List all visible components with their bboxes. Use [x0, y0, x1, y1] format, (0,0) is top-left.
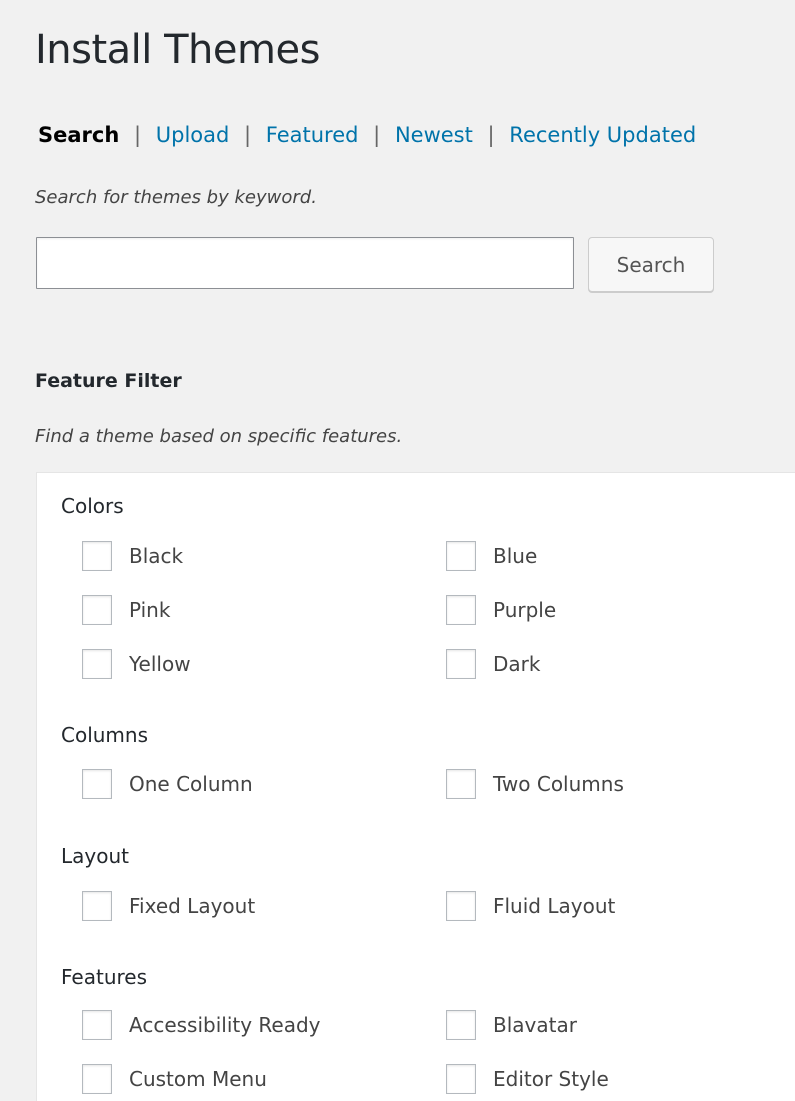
- tab-separator: |: [244, 123, 252, 147]
- checkbox-yellow[interactable]: Yellow: [82, 649, 191, 679]
- checkbox-box[interactable]: [82, 649, 112, 679]
- checkbox-box[interactable]: [446, 595, 476, 625]
- checkbox-label: Fluid Layout: [493, 894, 616, 918]
- group-title-colors: Colors: [61, 494, 124, 518]
- checkbox-label: Dark: [493, 652, 541, 676]
- checkbox-label: Two Columns: [493, 772, 624, 796]
- tab-recently-updated[interactable]: Recently Updated: [509, 123, 696, 147]
- checkbox-box[interactable]: [446, 541, 476, 571]
- checkbox-label: Accessibility Ready: [129, 1013, 321, 1037]
- group-title-features: Features: [61, 965, 147, 989]
- checkbox-label: Pink: [129, 598, 171, 622]
- checkbox-box[interactable]: [82, 891, 112, 921]
- tab-separator: |: [487, 123, 495, 147]
- checkbox-fluid-layout[interactable]: Fluid Layout: [446, 891, 615, 921]
- tab-newest[interactable]: Newest: [395, 123, 473, 147]
- search-button[interactable]: Search: [588, 237, 714, 292]
- checkbox-box[interactable]: [82, 1010, 112, 1040]
- feature-filter-hint: Find a theme based on specific features.: [35, 426, 403, 447]
- checkbox-accessibility-ready[interactable]: Accessibility Ready: [82, 1010, 321, 1040]
- checkbox-label: Blue: [493, 544, 538, 568]
- checkbox-box[interactable]: [446, 649, 476, 679]
- checkbox-box[interactable]: [82, 595, 112, 625]
- feature-filter-heading: Feature Filter: [35, 370, 182, 392]
- checkbox-purple[interactable]: Purple: [446, 595, 556, 625]
- checkbox-blavatar[interactable]: Blavatar: [446, 1010, 577, 1040]
- checkbox-box[interactable]: [82, 769, 112, 799]
- search-input[interactable]: [36, 237, 574, 289]
- page-title: Install Themes: [35, 27, 320, 73]
- group-title-columns: Columns: [61, 723, 149, 747]
- tab-featured[interactable]: Featured: [266, 123, 359, 147]
- checkbox-one-column[interactable]: One Column: [82, 769, 253, 799]
- tab-separator: |: [373, 123, 381, 147]
- group-title-layout: Layout: [61, 844, 129, 868]
- checkbox-box[interactable]: [82, 541, 112, 571]
- checkbox-black[interactable]: Black: [82, 541, 183, 571]
- checkbox-label: Fixed Layout: [129, 894, 256, 918]
- search-hint: Search for themes by keyword.: [35, 187, 317, 208]
- tab-search[interactable]: Search: [38, 123, 119, 147]
- checkbox-label: One Column: [129, 772, 253, 796]
- checkbox-label: Blavatar: [493, 1013, 577, 1037]
- checkbox-label: Yellow: [129, 652, 191, 676]
- theme-tabs: Search | Upload | Featured | Newest | Re…: [38, 122, 696, 149]
- checkbox-box[interactable]: [446, 1010, 476, 1040]
- tab-upload[interactable]: Upload: [156, 123, 230, 147]
- checkbox-box[interactable]: [446, 1064, 476, 1094]
- checkbox-dark[interactable]: Dark: [446, 649, 540, 679]
- checkbox-label: Custom Menu: [129, 1067, 267, 1091]
- tab-separator: |: [133, 123, 142, 147]
- checkbox-fixed-layout[interactable]: Fixed Layout: [82, 891, 255, 921]
- checkbox-blue[interactable]: Blue: [446, 541, 537, 571]
- checkbox-label: Black: [129, 544, 184, 568]
- checkbox-label: Editor Style: [493, 1067, 609, 1091]
- checkbox-two-columns[interactable]: Two Columns: [446, 769, 624, 799]
- install-themes-page: Install Themes Search | Upload | Feature…: [0, 0, 795, 1101]
- checkbox-pink[interactable]: Pink: [82, 595, 170, 625]
- checkbox-custom-menu[interactable]: Custom Menu: [82, 1064, 267, 1094]
- checkbox-label: Purple: [493, 598, 557, 622]
- checkbox-box[interactable]: [446, 891, 476, 921]
- checkbox-box[interactable]: [446, 769, 476, 799]
- checkbox-editor-style[interactable]: Editor Style: [446, 1064, 609, 1094]
- checkbox-box[interactable]: [82, 1064, 112, 1094]
